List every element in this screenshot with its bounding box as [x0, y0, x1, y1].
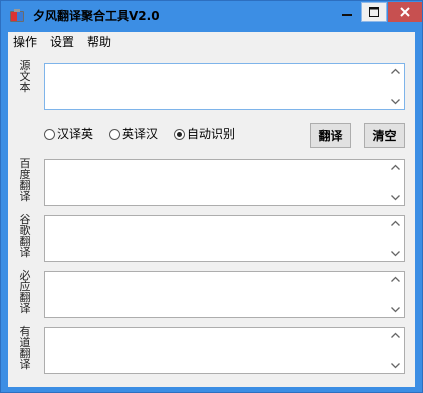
radio-en-to-cn[interactable]: 英译汉 [109, 126, 158, 142]
google-result-text[interactable] [45, 216, 386, 261]
scroll-down-icon[interactable] [391, 195, 400, 201]
scroll-up-icon[interactable] [391, 68, 400, 74]
radio-circle-selected [174, 128, 185, 140]
radio-label: 英译汉 [122, 127, 159, 141]
youdao-label: 有道翻译 [19, 325, 31, 371]
close-button[interactable] [388, 2, 422, 22]
baidu-result-box[interactable] [44, 159, 405, 206]
bing-result-text[interactable] [45, 272, 386, 317]
radio-auto-detect[interactable]: 自动识别 [174, 126, 235, 142]
translate-button[interactable]: 翻译 [310, 123, 351, 148]
radio-circle [109, 128, 120, 140]
app-icon [10, 9, 24, 22]
title-bar[interactable]: 夕风翻译聚合工具V2.0 [1, 1, 422, 31]
minimize-button[interactable] [334, 2, 360, 22]
client-area: 操作 设置 帮助 源文本 汉译英 英译汉 自动识别 翻译 清空 百度翻译 谷歌翻… [8, 32, 415, 387]
google-result-box[interactable] [44, 215, 405, 262]
bing-scrollbar[interactable] [387, 272, 404, 317]
scroll-down-icon[interactable] [391, 363, 400, 369]
radio-label: 自动识别 [187, 127, 236, 141]
close-icon [400, 7, 410, 17]
menu-bar: 操作 设置 帮助 [8, 32, 415, 52]
window-title: 夕风翻译聚合工具V2.0 [33, 9, 160, 23]
radio-circle [44, 128, 55, 140]
baidu-scrollbar[interactable] [387, 160, 404, 205]
maximize-button[interactable] [361, 2, 387, 22]
scroll-down-icon[interactable] [391, 99, 400, 105]
youdao-result-box[interactable] [44, 327, 405, 374]
menu-help[interactable]: 帮助 [87, 35, 111, 49]
clear-button[interactable]: 清空 [364, 123, 405, 148]
google-scrollbar[interactable] [387, 216, 404, 261]
menu-settings[interactable]: 设置 [50, 35, 74, 49]
scroll-down-icon[interactable] [391, 307, 400, 313]
source-input[interactable] [45, 64, 386, 109]
source-scrollbar[interactable] [387, 64, 404, 109]
bing-result-box[interactable] [44, 271, 405, 318]
menu-operate[interactable]: 操作 [13, 35, 37, 49]
scroll-up-icon[interactable] [391, 220, 400, 226]
scroll-up-icon[interactable] [391, 164, 400, 170]
radio-label: 汉译英 [57, 127, 94, 141]
baidu-label: 百度翻译 [19, 157, 31, 203]
youdao-result-text[interactable] [45, 328, 386, 373]
google-label: 谷歌翻译 [19, 213, 31, 259]
youdao-scrollbar[interactable] [387, 328, 404, 373]
scroll-up-icon[interactable] [391, 276, 400, 282]
maximize-icon [369, 7, 379, 17]
source-textbox[interactable] [44, 63, 405, 110]
baidu-result-text[interactable] [45, 160, 386, 205]
bing-label: 必应翻译 [19, 269, 31, 315]
scroll-down-icon[interactable] [391, 251, 400, 257]
scroll-up-icon[interactable] [391, 332, 400, 338]
minimize-icon [342, 14, 352, 16]
radio-cn-to-en[interactable]: 汉译英 [44, 126, 93, 142]
source-label: 源文本 [19, 59, 31, 94]
app-window: 夕风翻译聚合工具V2.0 操作 设置 帮助 源文本 汉译英 英译汉 自动识别 翻… [0, 0, 423, 393]
